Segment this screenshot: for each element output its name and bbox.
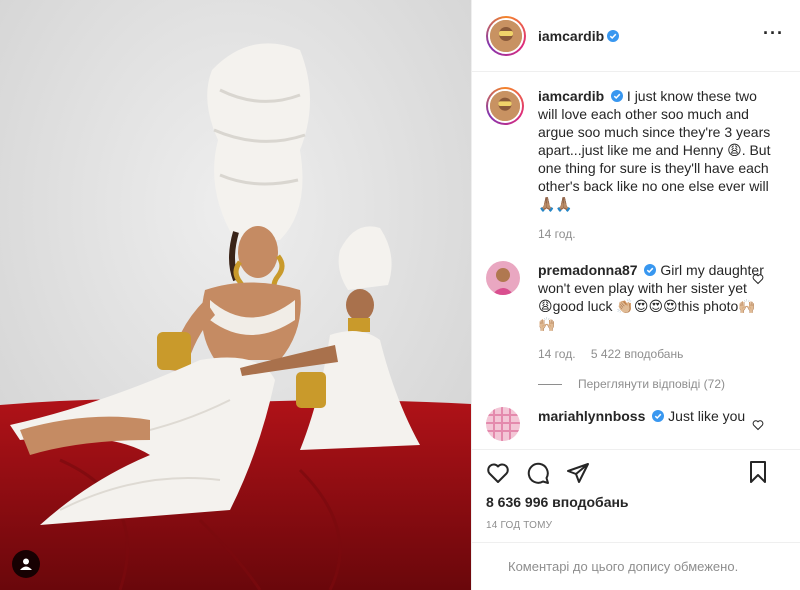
- replies-divider: [538, 383, 562, 385]
- commenter-avatar[interactable]: [486, 407, 520, 441]
- avatar-image: [490, 19, 522, 52]
- author-username[interactable]: iamcardib: [538, 28, 604, 44]
- verified-badge-icon: [652, 410, 665, 422]
- post-actions: 8 636 996 вподобань 14 ГОД ТОМУ: [472, 449, 800, 549]
- comment-time[interactable]: 14 год.: [538, 347, 576, 361]
- comment-item: mariahlynnboss Just like you: [486, 407, 786, 441]
- post-header: iamcardib ···: [472, 0, 800, 72]
- comments-closed-notice: Коментарі до цього допису обмежено.: [472, 542, 800, 590]
- post-timestamp[interactable]: 14 ГОД ТОМУ: [486, 520, 786, 531]
- caption-avatar[interactable]: [486, 87, 524, 125]
- comments-list[interactable]: iamcardib I just know these two will lov…: [472, 73, 800, 449]
- author-avatar[interactable]: [486, 15, 526, 56]
- user-tag-icon: [20, 558, 32, 570]
- caption-username[interactable]: iamcardib: [538, 88, 604, 104]
- view-replies-label: Переглянути відповіді (72): [578, 377, 726, 391]
- caption: iamcardib I just know these two will lov…: [486, 87, 786, 243]
- heart-icon[interactable]: [486, 461, 510, 485]
- commenter-avatar[interactable]: [486, 261, 520, 295]
- comment-heart-icon[interactable]: [752, 273, 764, 285]
- comment-icon[interactable]: [526, 461, 550, 485]
- user-tag-button[interactable]: [12, 550, 40, 578]
- comment-username[interactable]: mariahlynnboss: [538, 408, 645, 424]
- view-replies-button[interactable]: Переглянути відповіді (72): [538, 377, 786, 391]
- bookmark-icon[interactable]: [746, 460, 770, 484]
- verified-badge-icon: [644, 264, 657, 276]
- photo-illustration: [0, 0, 471, 590]
- avatar-image: [486, 407, 520, 441]
- verified-badge-icon: [611, 90, 624, 102]
- verified-badge-icon: [607, 29, 620, 42]
- avatar-image: [486, 261, 520, 295]
- comment-item: premadonna87 Girl my daughter won't even…: [486, 261, 786, 363]
- more-options-icon[interactable]: ···: [763, 24, 784, 42]
- share-icon[interactable]: [566, 461, 590, 485]
- comment-likes[interactable]: 5 422 вподобань: [591, 347, 683, 361]
- caption-time[interactable]: 14 год.: [538, 227, 576, 241]
- caption-text: I just know these two will love each oth…: [538, 88, 771, 212]
- post-side-panel: iamcardib ··· iamcardib I just know thes…: [471, 0, 800, 590]
- comment-text: Just like you: [668, 408, 746, 424]
- comment-heart-icon[interactable]: [752, 419, 764, 431]
- action-icons-row: [486, 460, 786, 486]
- comment-username[interactable]: premadonna87: [538, 262, 638, 278]
- post-photo[interactable]: [0, 0, 471, 590]
- likes-count[interactable]: 8 636 996 вподобань: [486, 494, 786, 510]
- avatar-image: [490, 91, 520, 121]
